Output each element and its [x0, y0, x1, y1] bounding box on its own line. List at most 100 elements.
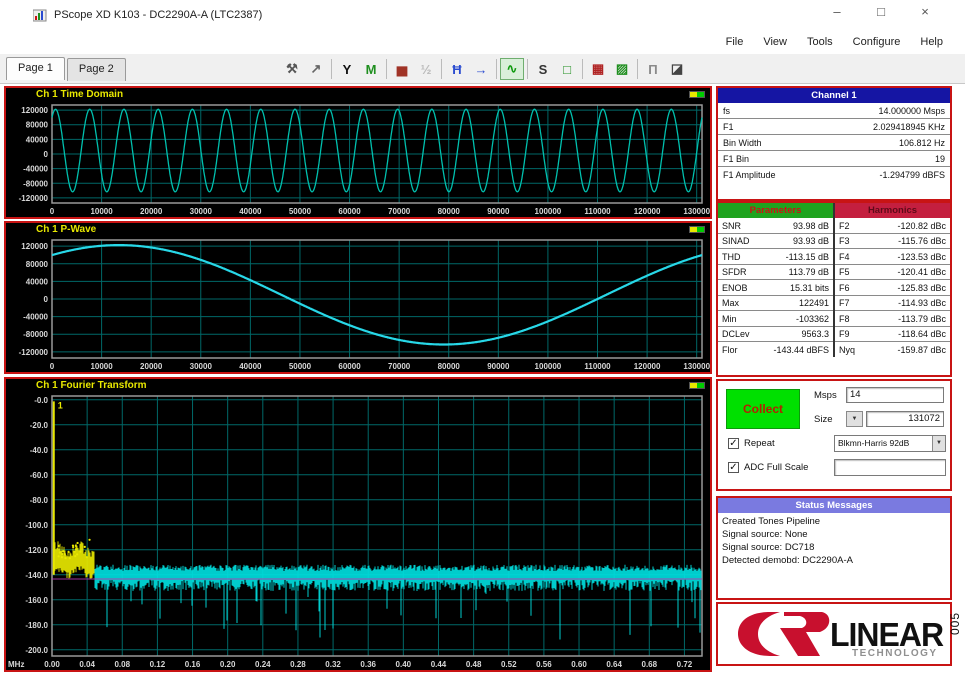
- pwave-chart[interactable]: Ch 1 P-Wave 120000 80000 40000 0 -40000 -8000…: [4, 221, 712, 374]
- svg-text:60000: 60000: [338, 207, 361, 216]
- harmonic-row: F4 -123.53 dBc: [835, 249, 950, 265]
- channel-row: Bin Width 106.812 Hz: [718, 135, 950, 151]
- collect-panel: Collect Msps 14 Size ▼ 131072 ✓ Repeat B…: [716, 379, 952, 491]
- svg-text:0: 0: [44, 150, 49, 159]
- svg-text:40000: 40000: [239, 207, 262, 216]
- harmonic-row-label: F7: [839, 298, 850, 308]
- tab-page-2[interactable]: Page 2: [66, 58, 126, 81]
- export-image-icon[interactable]: ◪: [665, 58, 689, 80]
- svg-text:120000: 120000: [634, 362, 661, 371]
- parameter-row-label: SINAD: [722, 236, 750, 246]
- board-green-icon[interactable]: ▨: [610, 58, 634, 80]
- app-icon: [32, 8, 48, 23]
- svg-text:0.36: 0.36: [360, 660, 376, 669]
- menu-file[interactable]: File: [726, 36, 744, 48]
- square-wave-icon[interactable]: Π: [641, 58, 665, 80]
- chevron-down-icon[interactable]: ▼: [932, 436, 945, 451]
- channel-legend-chip[interactable]: [689, 226, 705, 233]
- svg-text:120000: 120000: [634, 207, 661, 216]
- menu-configure[interactable]: Configure: [853, 36, 901, 48]
- status-messages-header: Status Messages: [718, 498, 950, 513]
- channel-row-label: fs: [723, 106, 731, 116]
- minimize-button[interactable]: –: [827, 4, 847, 19]
- svg-text:50000: 50000: [289, 207, 312, 216]
- channel-legend-chip[interactable]: [689, 382, 705, 389]
- lt-logo-crescent: [738, 612, 780, 656]
- adc-full-scale-checkbox[interactable]: ✓: [728, 462, 739, 473]
- pscope-window: PScope XD K103 - DC2290A-A (LTC2387) – □…: [0, 0, 965, 682]
- tab-page-1[interactable]: Page 1: [6, 57, 65, 80]
- svg-text:-40000: -40000: [23, 165, 48, 174]
- advance-arrow-icon[interactable]: →: [469, 58, 493, 80]
- adc-full-scale-input[interactable]: [834, 459, 946, 476]
- time-domain-chart[interactable]: Ch 1 Time Domain 120000 80000 40000 0 -40000…: [4, 86, 712, 219]
- size-dropdown-button[interactable]: ▼: [846, 411, 863, 427]
- close-button[interactable]: ×: [915, 4, 935, 19]
- svg-text:-40000: -40000: [23, 313, 48, 322]
- size-input[interactable]: 131072: [866, 411, 944, 427]
- parameter-row-label: THD: [722, 251, 741, 262]
- menu-help[interactable]: Help: [920, 36, 943, 48]
- svg-text:-200.0: -200.0: [25, 646, 48, 655]
- status-message: Signal source: None: [722, 529, 808, 540]
- svg-text:0.40: 0.40: [396, 660, 412, 669]
- svg-text:0.28: 0.28: [290, 660, 306, 669]
- main-content: Ch 1 Time Domain 120000 80000 40000 0 -40000…: [0, 84, 965, 682]
- board-red-icon[interactable]: ▦: [586, 58, 610, 80]
- svg-text:130000: 130000: [683, 207, 710, 216]
- bar-chart-icon[interactable]: ▅: [390, 58, 414, 80]
- title-bar: PScope XD K103 - DC2290A-A (LTC2387) – □…: [0, 0, 965, 30]
- signal-chain-icon[interactable]: ∿: [500, 58, 524, 80]
- collect-button[interactable]: Collect: [726, 389, 800, 429]
- svg-text:-100.0: -100.0: [25, 521, 48, 530]
- svg-text:0.24: 0.24: [255, 660, 271, 669]
- fft-plot[interactable]: -0.0 -20.0 -40.0 -60.0 -80.0 -100.0 -120.0 -140…: [6, 392, 710, 670]
- pickaxe-tool-icon[interactable]: ⚒: [280, 58, 304, 80]
- msps-label: Msps: [814, 390, 837, 401]
- page-tabs: Page 1 Page 2: [6, 57, 128, 81]
- channel-row: F1 2.029418945 KHz: [718, 119, 950, 135]
- channel-row-label: F1 Amplitude: [723, 170, 776, 180]
- fourier-transform-chart[interactable]: Ch 1 Fourier Transform -0.0 -20.0 -40.0 -60…: [4, 377, 712, 672]
- channel-legend-chip[interactable]: [689, 91, 705, 98]
- repeat-checkbox[interactable]: ✓: [728, 438, 739, 449]
- time-markers-icon[interactable]: Ħ: [445, 58, 469, 80]
- histogram-icon[interactable]: M: [359, 58, 383, 80]
- s-curve-icon[interactable]: S: [531, 58, 555, 80]
- svg-text:-120000: -120000: [19, 348, 49, 357]
- harmonic-row-label: Nyq: [839, 344, 856, 355]
- svg-text:0.32: 0.32: [325, 660, 341, 669]
- svg-text:90000: 90000: [487, 207, 510, 216]
- time-plot[interactable]: 12000080000400000-40000-80000-1200000 100…: [6, 101, 710, 217]
- svg-text:10000: 10000: [90, 207, 113, 216]
- harmonics-header: Harmonics: [835, 203, 950, 218]
- svg-text:80000: 80000: [26, 121, 49, 130]
- maximize-button[interactable]: □: [871, 4, 891, 19]
- fourier-chart-title: Ch 1 Fourier Transform: [36, 380, 147, 391]
- svg-text:120000: 120000: [21, 242, 48, 251]
- msps-input[interactable]: 14: [846, 387, 944, 403]
- parameter-row-value: 122491: [798, 298, 829, 308]
- menu-view[interactable]: View: [763, 36, 787, 48]
- outline-box-icon[interactable]: □: [555, 58, 579, 80]
- parameter-row-value: 93.93 dB: [792, 236, 829, 246]
- figure-number: 005: [948, 612, 962, 636]
- menu-tools[interactable]: Tools: [807, 36, 833, 48]
- harmonic-row-label: F6: [839, 282, 850, 293]
- window-title: PScope XD K103 - DC2290A-A (LTC2387): [54, 9, 263, 21]
- toolbar-separator: [386, 59, 387, 79]
- window-type-dropdown[interactable]: Blkmn-Harris 92dB ▼: [834, 435, 946, 452]
- filter-y-icon[interactable]: Y: [335, 58, 359, 80]
- svg-text:-160.0: -160.0: [25, 596, 48, 605]
- svg-text:0.68: 0.68: [642, 660, 658, 669]
- svg-text:80000: 80000: [438, 362, 461, 371]
- zoom-arrow-icon[interactable]: ↗: [304, 58, 328, 80]
- channel-row-label: F1 Bin: [723, 154, 750, 164]
- toolbar-separator: [582, 59, 583, 79]
- svg-text:110000: 110000: [584, 207, 611, 216]
- channel-row: F1 Amplitude -1.294799 dBFS: [718, 167, 950, 182]
- parameter-row: SINAD 93.93 dB: [718, 234, 833, 249]
- harmonic-row: F7 -114.93 dBc: [835, 296, 950, 311]
- toolbar-separator: [441, 59, 442, 79]
- pwave-plot[interactable]: 12000080000400000-40000-80000-1200000 100…: [6, 236, 710, 372]
